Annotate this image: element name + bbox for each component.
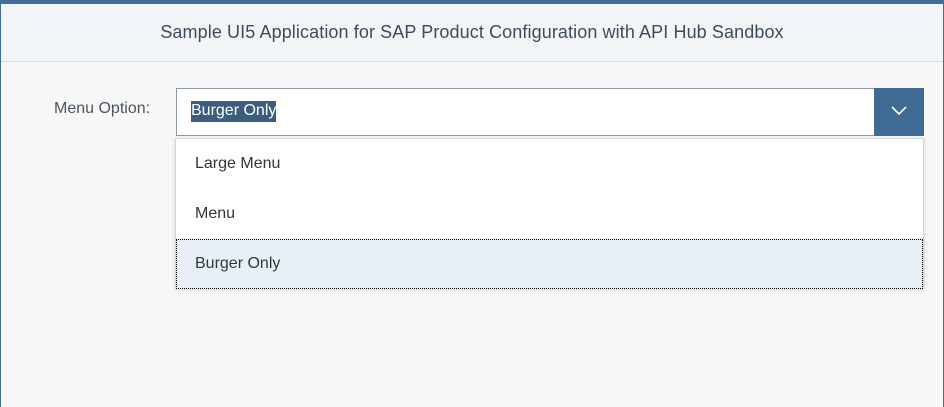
list-item-burger-only[interactable]: Burger Only — [176, 239, 923, 289]
select-input-value[interactable]: Burger Only — [191, 101, 277, 122]
select-arrow-button[interactable] — [874, 88, 924, 136]
menu-option-label: Menu Option: — [54, 100, 151, 117]
list-item-label: Burger Only — [195, 255, 281, 272]
list-item-label: Large Menu — [195, 155, 281, 172]
menu-option-select[interactable]: Burger Only — [176, 88, 924, 136]
list-item-menu[interactable]: Menu — [176, 189, 923, 239]
list-item-large-menu[interactable]: Large Menu — [176, 139, 923, 189]
chevron-down-icon — [890, 103, 908, 121]
select-dropdown-list: Large Menu Menu Burger Only — [175, 138, 924, 289]
list-item-label: Menu — [195, 205, 236, 222]
app-header: Sample UI5 Application for SAP Product C… — [1, 4, 943, 62]
page-title: Sample UI5 Application for SAP Product C… — [160, 22, 784, 42]
app-window: Sample UI5 Application for SAP Product C… — [0, 0, 944, 407]
